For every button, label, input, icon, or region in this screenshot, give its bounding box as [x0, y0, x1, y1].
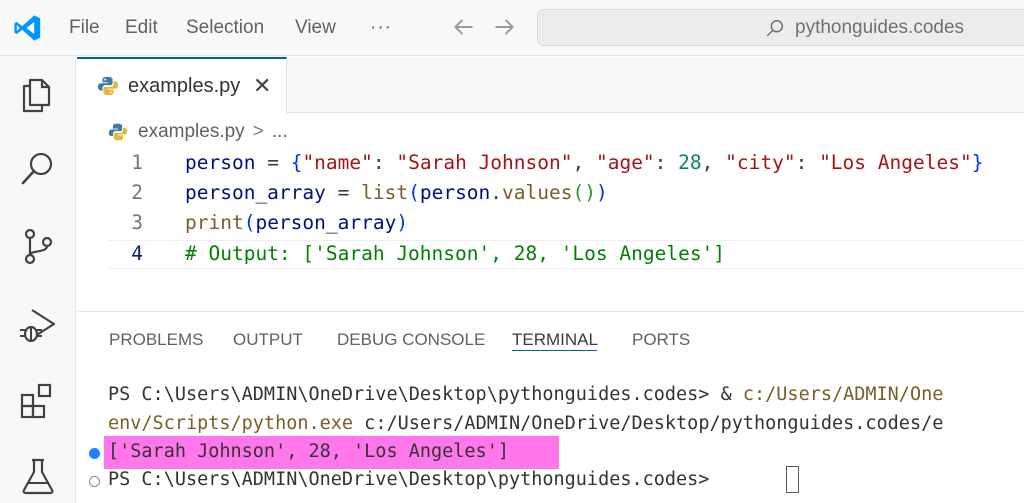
code-line-3[interactable]: 3 print(person_array) [77, 208, 1024, 238]
menu-selection[interactable]: Selection [186, 0, 264, 56]
terminal-line-1: PS C:\Users\ADMIN\OneDrive\Desktop\pytho… [108, 384, 944, 405]
menu-edit[interactable]: Edit [125, 0, 158, 56]
activity-bar [0, 56, 76, 503]
python-file-icon [108, 123, 128, 141]
active-tab-indicator [512, 350, 597, 351]
terminal-output: ['Sarah Johnson', 28, 'Los Angeles'] [108, 441, 509, 462]
command-decoration-success-icon[interactable] [89, 448, 100, 459]
line-code: person_array = list(person.values()) [185, 181, 608, 204]
menu-view[interactable]: View [295, 0, 336, 56]
line-code: # Output: ['Sarah Johnson', 28, 'Los Ang… [185, 242, 726, 265]
terminal-line-2: env/Scripts/python.exe c:/Users/ADMIN/On… [108, 413, 944, 434]
command-decoration-pending-icon[interactable] [89, 476, 100, 487]
search-text: pythonguides.codes [795, 17, 965, 38]
line-code: person = {"name": "Sarah Johnson", "age"… [185, 151, 984, 174]
tab-label: examples.py [128, 75, 241, 97]
testing-icon[interactable] [18, 456, 58, 496]
breadcrumb-more[interactable]: ... [272, 121, 288, 143]
tab-examples-py[interactable]: examples.py ✕ [77, 57, 287, 113]
editor-tab-bar: examples.py ✕ [77, 57, 1024, 113]
tab-ports[interactable]: PORTS [632, 330, 690, 350]
line-number: 4 [131, 242, 143, 265]
code-line-4[interactable]: 4 # Output: ['Sarah Johnson', 28, 'Los A… [77, 239, 1024, 269]
terminal-cursor [786, 466, 799, 493]
arrow-right-icon[interactable] [492, 14, 518, 40]
line-number: 3 [131, 211, 143, 234]
code-line-1[interactable]: 1 person = {"name": "Sarah Johnson", "ag… [77, 148, 1024, 178]
python-file-icon [97, 76, 119, 96]
explorer-icon[interactable] [18, 74, 58, 114]
title-bar: File Edit Selection View ··· pythonguide… [0, 0, 1024, 56]
line-number: 1 [131, 151, 143, 174]
command-center-search[interactable]: pythonguides.codes [537, 9, 1024, 46]
source-control-icon[interactable] [18, 226, 58, 266]
breadcrumb-file[interactable]: examples.py [138, 121, 245, 143]
close-icon[interactable]: ✕ [253, 73, 271, 99]
tab-terminal[interactable]: TERMINAL [512, 330, 598, 350]
line-code: print(person_array) [185, 211, 409, 234]
breadcrumb-separator: > [252, 121, 264, 142]
line-number: 2 [131, 181, 143, 204]
tab-output[interactable]: OUTPUT [233, 330, 303, 350]
run-debug-icon[interactable] [18, 306, 58, 346]
breadcrumb: examples.py > ... [108, 118, 288, 146]
tab-problems[interactable]: PROBLEMS [109, 330, 203, 350]
terminal-prompt[interactable]: PS C:\Users\ADMIN\OneDrive\Desktop\pytho… [108, 469, 721, 490]
code-line-2[interactable]: 2 person_array = list(person.values()) [77, 178, 1024, 208]
menu-more[interactable]: ··· [370, 0, 392, 56]
arrow-left-icon[interactable] [450, 14, 476, 40]
search-icon [766, 20, 784, 37]
vscode-logo-icon [14, 15, 41, 41]
extensions-icon[interactable] [18, 381, 58, 421]
search-sidebar-icon[interactable] [18, 149, 58, 189]
menu-file[interactable]: File [69, 0, 100, 56]
tab-debug-console[interactable]: DEBUG CONSOLE [337, 330, 485, 350]
